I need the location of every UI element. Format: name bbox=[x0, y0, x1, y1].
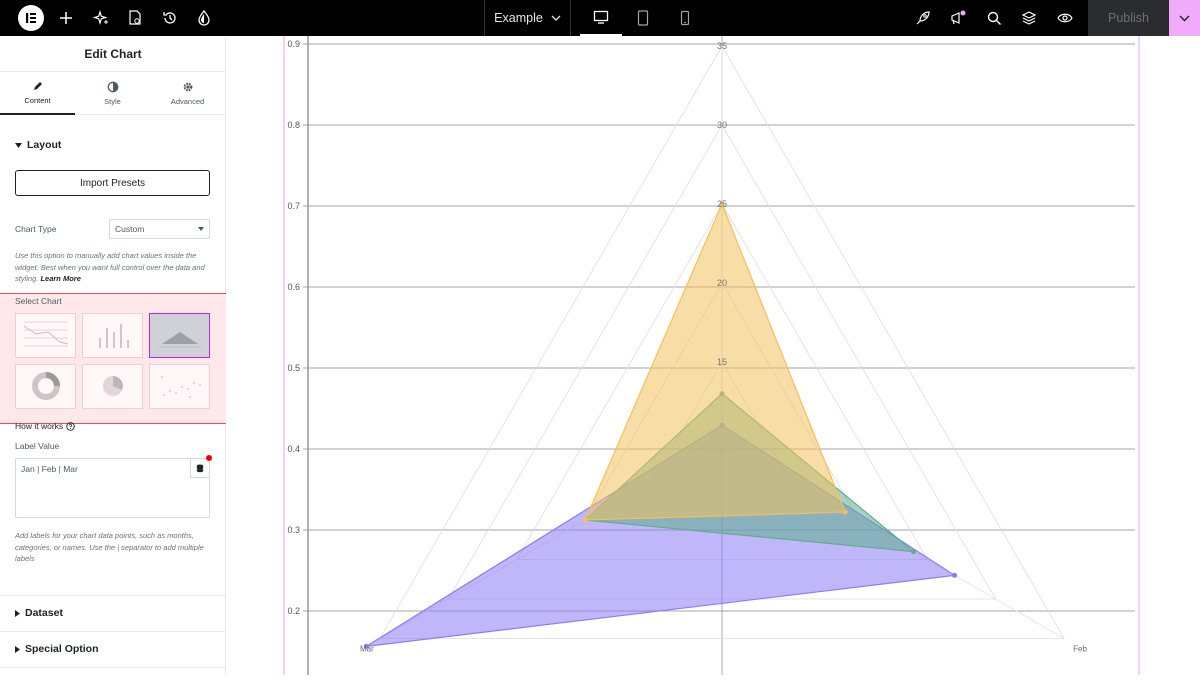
radar-series-area bbox=[584, 202, 847, 521]
how-it-works-label: How it works bbox=[15, 421, 64, 431]
import-presets-button[interactable]: Import Presets bbox=[15, 170, 210, 196]
notifications-icon[interactable] bbox=[940, 0, 976, 36]
label-value-label: Label Value bbox=[15, 441, 60, 451]
database-icon bbox=[196, 464, 204, 472]
label-value-help: Add labels for your chart data points, s… bbox=[15, 531, 204, 563]
panel-title: Edit Chart bbox=[0, 36, 226, 72]
y-tick-label: 0.7 bbox=[287, 201, 300, 211]
tab-advanced[interactable]: Advanced bbox=[150, 72, 225, 115]
radar-category-label: Feb bbox=[1073, 645, 1087, 654]
tab-content[interactable]: Content bbox=[0, 72, 75, 115]
structure-icon[interactable] bbox=[1011, 0, 1047, 36]
search-icon[interactable] bbox=[976, 0, 1012, 36]
tab-style[interactable]: Style bbox=[75, 72, 150, 115]
radar-tick-label: 30 bbox=[717, 120, 727, 130]
editor-panel: Edit Chart Content Style Advanced Layout… bbox=[0, 36, 226, 675]
label-value-textarea[interactable]: Jan | Feb | Mar bbox=[15, 458, 210, 518]
radar-tick-label: 15 bbox=[717, 357, 727, 367]
ai-sparkle-icon[interactable] bbox=[83, 0, 119, 36]
radar-point bbox=[911, 549, 917, 555]
chevron-down-icon bbox=[551, 15, 561, 21]
rocket-icon[interactable] bbox=[905, 0, 941, 36]
chart-thumb-radar[interactable] bbox=[149, 313, 210, 358]
radar-tick-label: 20 bbox=[717, 278, 727, 288]
y-tick-label: 0.5 bbox=[287, 363, 300, 373]
preview-canvas: 0.2 0.3 0.4 0.5 0.6 0.7 0.8 0.9 15 20 25 30 35 Feb Mar bbox=[226, 36, 1200, 675]
divider bbox=[0, 595, 226, 596]
y-tick-label: 0.9 bbox=[287, 39, 300, 49]
site-settings-icon[interactable] bbox=[117, 0, 153, 36]
chart-type-select[interactable]: Custom bbox=[109, 219, 210, 239]
select-chart-label: Select Chart bbox=[15, 296, 62, 306]
tablet-icon[interactable] bbox=[622, 0, 664, 36]
divider bbox=[0, 667, 226, 668]
chart-thumb-doughnut[interactable] bbox=[15, 364, 76, 409]
tab-label: Style bbox=[104, 97, 121, 106]
radar-category-label: Mar bbox=[360, 645, 374, 654]
desktop-icon[interactable] bbox=[580, 0, 622, 36]
help-circle-icon bbox=[66, 421, 75, 431]
tab-label: Content bbox=[24, 96, 51, 105]
y-tick-label: 0.4 bbox=[287, 444, 300, 454]
chart-type-label: Chart Type bbox=[15, 224, 57, 234]
history-icon[interactable] bbox=[152, 0, 188, 36]
dataset-section-toggle[interactable]: Dataset bbox=[15, 607, 63, 619]
special-option-section-toggle[interactable]: Special Option bbox=[15, 643, 99, 655]
divider bbox=[0, 631, 226, 632]
y-tick-label: 0.3 bbox=[287, 525, 300, 535]
chart-type-help: Use this option to manually add chart va… bbox=[15, 250, 210, 285]
mobile-icon[interactable] bbox=[664, 0, 706, 36]
select-chart-area: Select Chart bbox=[0, 293, 226, 424]
chart-thumb-bar[interactable] bbox=[82, 313, 143, 358]
caret-down-icon bbox=[15, 142, 22, 148]
dataset-section-title: Dataset bbox=[25, 607, 63, 619]
publish-button[interactable]: Publish bbox=[1088, 0, 1169, 36]
document-selector[interactable]: Example bbox=[484, 0, 571, 36]
y-tick-label: 0.2 bbox=[287, 606, 300, 616]
special-option-section-title: Special Option bbox=[25, 643, 99, 655]
tab-label: Advanced bbox=[170, 97, 205, 106]
radar-point bbox=[952, 572, 958, 578]
radar-tick-label: 25 bbox=[717, 199, 727, 209]
theme-style-icon[interactable] bbox=[186, 0, 222, 36]
y-tick-label: 0.8 bbox=[287, 120, 300, 130]
chevron-down-icon bbox=[1179, 15, 1190, 21]
elementor-logo-icon[interactable] bbox=[18, 5, 44, 31]
publish-options-button[interactable] bbox=[1169, 0, 1200, 36]
pencil-icon bbox=[33, 82, 42, 90]
learn-more-link[interactable]: Learn More bbox=[40, 274, 80, 283]
contrast-icon bbox=[107, 81, 118, 93]
chart-thumb-line[interactable] bbox=[15, 313, 76, 358]
caret-down-icon bbox=[198, 227, 204, 231]
chart-type-value: Custom bbox=[115, 224, 145, 234]
chart-thumb-scatter[interactable] bbox=[149, 364, 210, 409]
radar-point bbox=[842, 509, 848, 515]
panel-tabs: Content Style Advanced bbox=[0, 72, 226, 115]
dynamic-tags-button[interactable] bbox=[190, 458, 210, 478]
document-name: Example bbox=[494, 11, 543, 25]
chart-thumb-pie[interactable] bbox=[82, 364, 143, 409]
layout-section-toggle[interactable]: Layout bbox=[15, 139, 61, 151]
add-icon[interactable] bbox=[48, 0, 84, 36]
caret-right-icon bbox=[15, 609, 20, 617]
how-it-works-link[interactable]: How it works bbox=[15, 421, 75, 431]
y-tick-label: 0.6 bbox=[287, 282, 300, 292]
preview-icon[interactable] bbox=[1047, 0, 1083, 36]
caret-right-icon bbox=[15, 645, 20, 653]
radar-tick-label: 35 bbox=[717, 41, 727, 51]
radar-chart[interactable]: 0.2 0.3 0.4 0.5 0.6 0.7 0.8 0.9 15 20 25 30 35 Feb Mar bbox=[226, 36, 1200, 675]
status-dot bbox=[206, 455, 212, 461]
radar-point bbox=[582, 517, 588, 523]
gear-icon bbox=[183, 82, 192, 92]
top-bar: Example Publish bbox=[0, 0, 1200, 36]
layout-section-title: Layout bbox=[27, 139, 62, 151]
